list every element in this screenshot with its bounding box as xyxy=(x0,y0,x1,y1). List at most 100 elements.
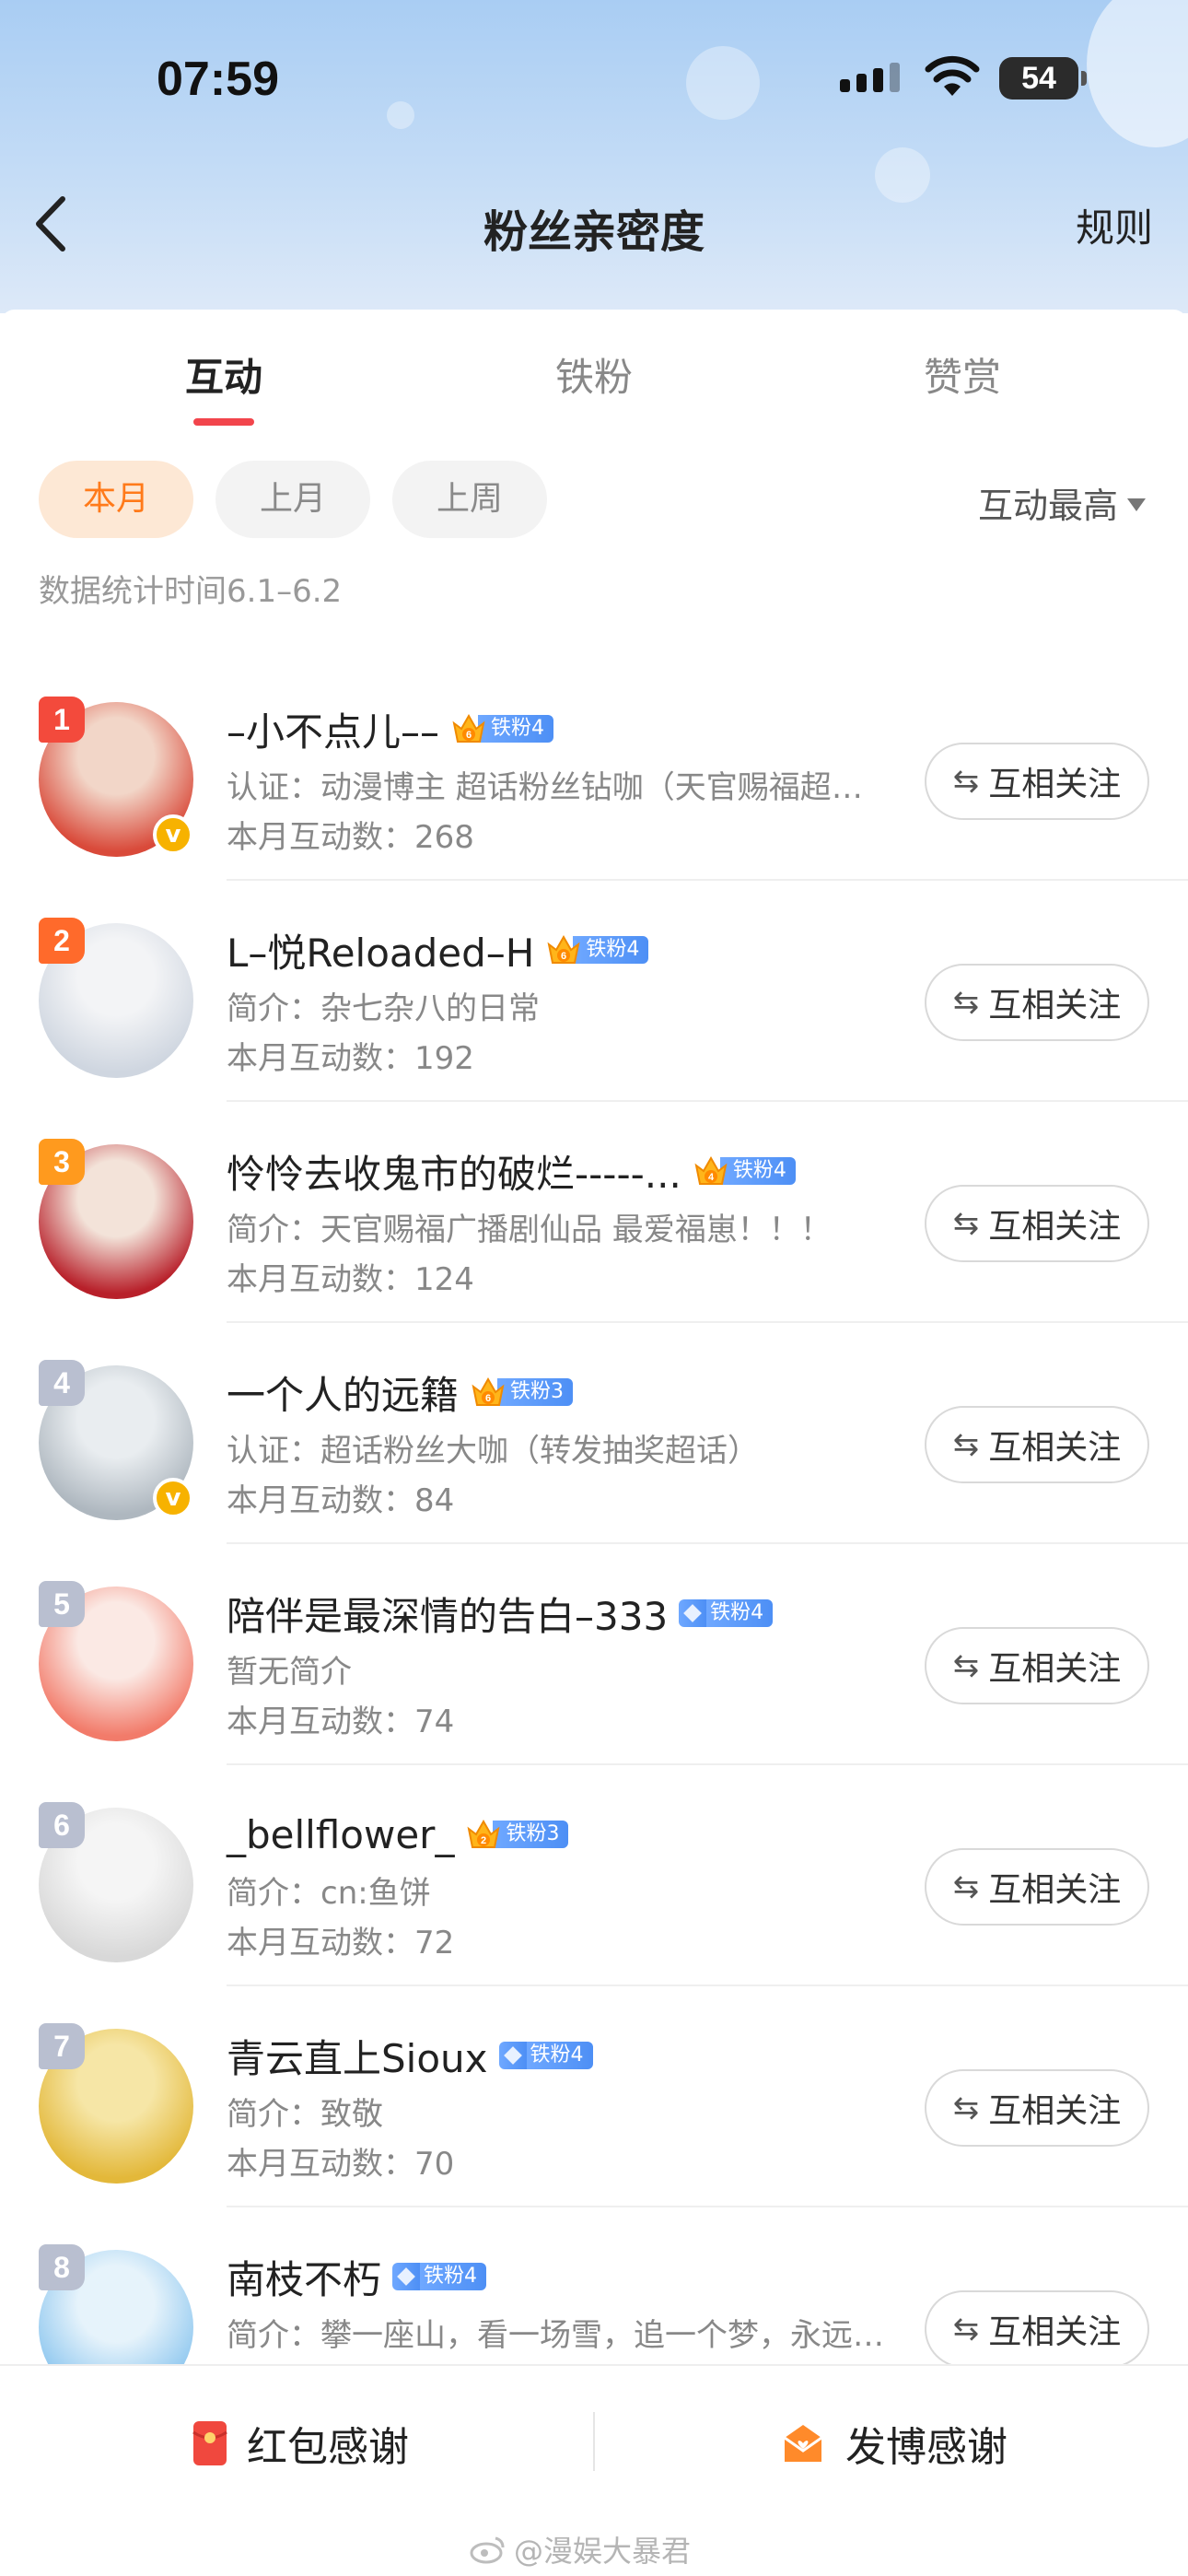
post-thanks-button[interactable]: 发博感谢 xyxy=(779,2414,1007,2473)
fan-name[interactable]: –小不点儿–– xyxy=(227,701,439,757)
iron-fan-badge: 2 铁粉3 xyxy=(465,1816,569,1853)
fan-name[interactable]: _bellflower_ xyxy=(227,1812,454,1857)
red-packet-thanks-button[interactable]: 红包感谢 xyxy=(192,2414,409,2473)
rank-badge: 8 xyxy=(39,2244,85,2290)
gift-envelope-icon xyxy=(784,2425,822,2462)
battery-icon: 54 xyxy=(999,57,1087,100)
svg-text:2: 2 xyxy=(481,1835,486,1846)
chip-last-month[interactable]: 上月 xyxy=(215,461,370,538)
rank-badge: 4 xyxy=(39,1360,85,1406)
interaction-count: 本月互动数：74 xyxy=(227,1704,455,1740)
interaction-count: 本月互动数：84 xyxy=(227,1482,455,1519)
fan-name[interactable]: 一个人的远籍 xyxy=(227,1364,459,1421)
mutual-follow-button[interactable]: ⇆ 互相关注 xyxy=(925,2290,1149,2368)
mutual-follow-label: 互相关注 xyxy=(988,987,1122,1025)
mutual-follow-button[interactable]: ⇆ 互相关注 xyxy=(925,1627,1149,1704)
fan-row[interactable]: 3 怜怜去收鬼市的破烂-----... 4 铁粉4 简介：天官赐福广播剧仙品 最… xyxy=(0,1102,1188,1323)
tab-active-indicator xyxy=(193,418,254,426)
clock: 07:59 xyxy=(157,53,279,106)
diamond-icon xyxy=(498,2042,527,2069)
mutual-follow-label: 互相关注 xyxy=(988,1208,1122,1246)
mutual-follow-button[interactable]: ⇆ 互相关注 xyxy=(925,743,1149,820)
chip-this-month[interactable]: 本月 xyxy=(39,461,193,538)
fan-level-label: 铁粉4 xyxy=(478,715,554,743)
interaction-count: 本月互动数：70 xyxy=(227,2146,455,2183)
fan-info: 怜怜去收鬼市的破烂-----... 4 铁粉4 简介：天官赐福广播剧仙品 最爱福… xyxy=(227,1141,908,1305)
fan-level-label: 铁粉4 xyxy=(719,1157,796,1185)
mutual-follow-button[interactable]: ⇆ 互相关注 xyxy=(925,964,1149,1041)
verified-icon: v xyxy=(153,1478,193,1518)
fan-name[interactable]: 陪伴是最深情的告白–333 xyxy=(227,1586,668,1642)
iron-fan-badge: 6 铁粉3 xyxy=(470,1376,574,1408)
fan-description: 简介：杂七杂八的日常 xyxy=(227,990,540,1027)
crown-icon: 6 xyxy=(545,931,582,968)
iron-fan-badge: 6 铁粉4 xyxy=(545,931,649,968)
rank-badge: 2 xyxy=(39,918,85,964)
rank-badge: 3 xyxy=(39,1139,85,1185)
svg-text:6: 6 xyxy=(466,730,472,741)
tab-rewards[interactable]: 赞赏 xyxy=(870,346,1054,403)
mutual-follow-label: 互相关注 xyxy=(988,766,1122,803)
fan-name[interactable]: 青云直上Sioux xyxy=(227,2028,488,2084)
mutual-follow-icon: ⇆ xyxy=(952,1205,980,1242)
fan-level-label: 铁粉3 xyxy=(497,1378,574,1406)
fan-row[interactable]: 7 青云直上Sioux 铁粉4 简介：致敬 本月互动数：70 ⇆ 互相关注 xyxy=(0,1986,1188,2207)
mutual-follow-label: 互相关注 xyxy=(988,1429,1122,1467)
bottom-divider xyxy=(593,2412,595,2471)
chip-last-week[interactable]: 上周 xyxy=(392,461,547,538)
red-packet-thanks-label: 红包感谢 xyxy=(247,2424,409,2471)
fan-level-label: 铁粉4 xyxy=(573,936,649,964)
svg-text:6: 6 xyxy=(561,951,566,962)
sort-dropdown[interactable]: 互动最高 xyxy=(978,477,1146,528)
fan-name[interactable]: 南枝不朽 xyxy=(227,2249,381,2305)
tab-iron-fans[interactable]: 铁粉 xyxy=(502,346,686,403)
crown-icon: 6 xyxy=(450,710,487,747)
crown-icon: 2 xyxy=(465,1816,502,1853)
fan-level-label: 铁粉4 xyxy=(526,2042,593,2069)
status-bar: 07:59 54 xyxy=(0,37,1188,120)
interaction-count: 本月互动数：72 xyxy=(227,1925,455,1961)
iron-fan-badge: 铁粉4 xyxy=(392,2261,487,2292)
page-title: 粉丝亲密度 xyxy=(483,206,705,258)
watermark: @漫娱大暴君 xyxy=(470,2528,691,2570)
iron-fan-badge: 4 铁粉4 xyxy=(693,1155,796,1187)
fan-description: 暂无简介 xyxy=(227,1654,352,1691)
tab-interaction[interactable]: 互动 xyxy=(132,346,316,403)
rank-badge: 5 xyxy=(39,1581,85,1627)
fan-name[interactable]: 怜怜去收鬼市的破烂-----... xyxy=(227,1143,681,1200)
mutual-follow-icon: ⇆ xyxy=(952,1868,980,1905)
interaction-count: 本月互动数：268 xyxy=(227,819,474,856)
mutual-follow-icon: ⇆ xyxy=(952,2311,980,2348)
iron-fan-badge: 铁粉4 xyxy=(498,2040,593,2071)
fan-description: 认证：超话粉丝大咖（转发抽奖超话） xyxy=(227,1433,759,1469)
interaction-count: 本月互动数：192 xyxy=(227,1040,474,1077)
fan-row[interactable]: 5 陪伴是最深情的告白–333 铁粉4 暂无简介 本月互动数：74 ⇆ 互相关注 xyxy=(0,1544,1188,1765)
caret-down-icon xyxy=(1127,498,1146,511)
cellular-signal-icon xyxy=(840,63,900,92)
rank-badge: 7 xyxy=(39,2023,85,2069)
statistics-period: 数据统计时间6.1–6.2 xyxy=(39,573,343,610)
mutual-follow-button[interactable]: ⇆ 互相关注 xyxy=(925,1185,1149,1262)
fan-row[interactable]: 6 _bellflower_ 2 铁粉3 简介：cn:鱼饼 本月互动数：72 ⇆… xyxy=(0,1765,1188,1986)
period-filter: 本月 上月 上周 xyxy=(39,461,547,538)
wifi-icon xyxy=(924,55,981,101)
fan-row[interactable]: 2 L–悦Reloaded–H 6 铁粉4 简介：杂七杂八的日常 本月互动数：1… xyxy=(0,881,1188,1102)
fan-description: 简介：天官赐福广播剧仙品 最爱福崽！！！ xyxy=(227,1212,832,1248)
post-thanks-label: 发博感谢 xyxy=(845,2424,1007,2471)
mutual-follow-icon: ⇆ xyxy=(952,1426,980,1463)
fan-level-label: 铁粉3 xyxy=(493,1821,569,1848)
rank-badge: 6 xyxy=(39,1802,85,1848)
mutual-follow-button[interactable]: ⇆ 互相关注 xyxy=(925,1406,1149,1483)
iron-fan-badge: 6 铁粉4 xyxy=(450,710,554,747)
mutual-follow-button[interactable]: ⇆ 互相关注 xyxy=(925,2069,1149,2147)
mutual-follow-label: 互相关注 xyxy=(988,1650,1122,1688)
mutual-follow-icon: ⇆ xyxy=(952,2090,980,2126)
fan-name[interactable]: L–悦Reloaded–H xyxy=(227,922,534,978)
rules-link[interactable]: 规则 xyxy=(1076,197,1153,253)
fan-info: 陪伴是最深情的告白–333 铁粉4 暂无简介 本月互动数：74 xyxy=(227,1583,908,1747)
fan-info: L–悦Reloaded–H 6 铁粉4 简介：杂七杂八的日常 本月互动数：192 xyxy=(227,919,908,1083)
fan-row[interactable]: 1 v –小不点儿–– 6 铁粉4 认证：动漫博主 超话粉丝钻咖（天官赐福超话）… xyxy=(0,660,1188,881)
mutual-follow-button[interactable]: ⇆ 互相关注 xyxy=(925,1848,1149,1926)
fan-row[interactable]: 4 v 一个人的远籍 6 铁粉3 认证：超话粉丝大咖（转发抽奖超话） 本月互动数… xyxy=(0,1323,1188,1544)
fan-info: 青云直上Sioux 铁粉4 简介：致敬 本月互动数：70 xyxy=(227,2025,908,2189)
